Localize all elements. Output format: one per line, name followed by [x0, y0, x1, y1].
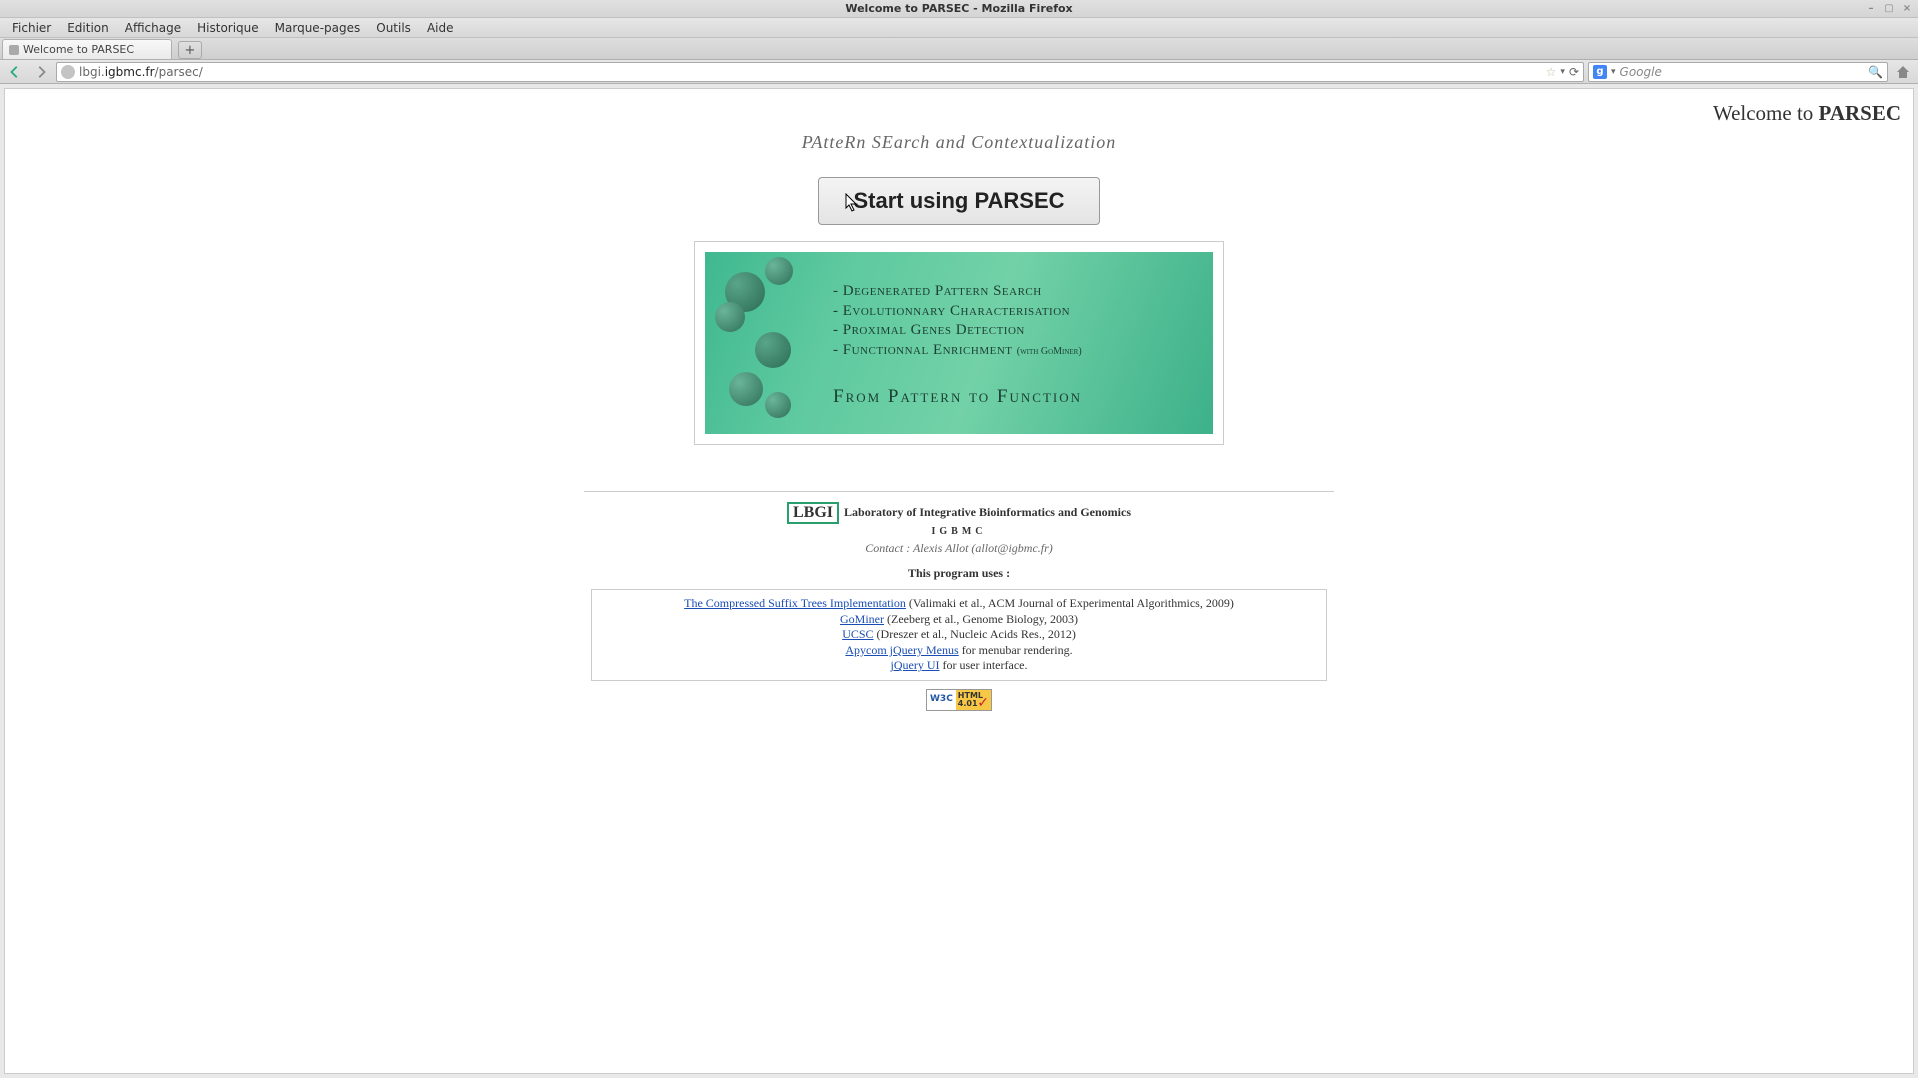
- credit-link-apycom[interactable]: Apycom jQuery Menus: [845, 643, 958, 657]
- menu-marque-pages[interactable]: Marque-pages: [267, 19, 369, 37]
- menubar: Fichier Edition Affichage Historique Mar…: [0, 18, 1918, 38]
- bookmark-star-icon[interactable]: ☆: [1546, 65, 1557, 79]
- contact-line: Contact : Alexis Allot (allot@igbmc.fr): [15, 541, 1903, 556]
- menu-aide[interactable]: Aide: [419, 19, 462, 37]
- search-engine-dropdown-icon[interactable]: ▾: [1611, 67, 1616, 77]
- feature-item: - Proximal Genes Detection: [833, 321, 1203, 341]
- google-icon: g: [1593, 65, 1607, 79]
- molecule-graphic-icon: [705, 252, 825, 434]
- plus-icon: +: [185, 43, 196, 58]
- menu-affichage[interactable]: Affichage: [117, 19, 189, 37]
- page-viewport: Welcome to PARSEC PAtteRn SEarch and Con…: [4, 88, 1914, 1074]
- back-button[interactable]: [4, 62, 26, 82]
- tab-title: Welcome to PARSEC: [23, 43, 134, 56]
- menu-historique[interactable]: Historique: [189, 19, 267, 37]
- minimize-icon[interactable]: –: [1864, 2, 1878, 16]
- igbmc-label: IGBMC: [15, 526, 1903, 537]
- home-button[interactable]: [1892, 62, 1914, 82]
- search-placeholder: Google: [1620, 65, 1869, 79]
- close-icon[interactable]: ×: [1900, 2, 1914, 16]
- tab-active[interactable]: Welcome to PARSEC: [2, 39, 172, 59]
- new-tab-button[interactable]: +: [178, 41, 202, 59]
- menu-fichier[interactable]: Fichier: [4, 19, 59, 37]
- home-icon: [1895, 64, 1911, 80]
- welcome-heading: Welcome to PARSEC: [15, 101, 1903, 126]
- maximize-icon[interactable]: ▢: [1882, 2, 1896, 16]
- url-dropdown-icon[interactable]: ▾: [1560, 67, 1565, 77]
- start-using-parsec-button[interactable]: Start using PARSEC: [818, 177, 1099, 225]
- lbgi-logo: LBGI: [787, 502, 839, 524]
- credit-link-ucsc[interactable]: UCSC: [842, 627, 873, 641]
- window-title: Welcome to PARSEC - Mozilla Firefox: [845, 2, 1072, 15]
- navigation-toolbar: lbgi.igbmc.fr/parsec/ ☆ ▾ ⟳ g ▾ Google 🔍: [0, 60, 1918, 84]
- site-favicon-icon: [61, 65, 75, 79]
- separator: [584, 491, 1334, 492]
- credit-link-csti[interactable]: The Compressed Suffix Trees Implementati…: [684, 596, 906, 610]
- feature-item: - Functionnal Enrichment (with GoMiner): [833, 341, 1203, 361]
- footer: LBGI Laboratory of Integrative Bioinform…: [15, 502, 1903, 581]
- arrow-right-icon: [34, 65, 48, 79]
- credit-link-jqueryui[interactable]: jQuery UI: [891, 658, 940, 672]
- feature-item: - Degenerated Pattern Search: [833, 282, 1203, 302]
- credits-box: The Compressed Suffix Trees Implementati…: [591, 589, 1327, 681]
- url-bar[interactable]: lbgi.igbmc.fr/parsec/ ☆ ▾ ⟳: [56, 62, 1584, 82]
- tagline: PAtteRn SEarch and Contextualization: [15, 132, 1903, 153]
- banner-container: - Degenerated Pattern Search - Evolution…: [694, 241, 1224, 445]
- w3c-badge-left: W3C: [927, 690, 956, 710]
- search-bar[interactable]: g ▾ Google 🔍: [1588, 62, 1888, 82]
- lab-name: Laboratory of Integrative Bioinformatics…: [841, 505, 1131, 519]
- w3c-badge-right: HTML 4.01: [956, 690, 991, 710]
- banner-slogan: From Pattern to Function: [833, 386, 1203, 408]
- reload-icon[interactable]: ⟳: [1569, 65, 1579, 79]
- menu-edition[interactable]: Edition: [59, 19, 117, 37]
- search-magnifier-icon[interactable]: 🔍: [1868, 65, 1883, 79]
- menu-outils[interactable]: Outils: [368, 19, 419, 37]
- feature-item: - Evolutionnary Characterisation: [833, 302, 1203, 322]
- tab-strip: Welcome to PARSEC +: [0, 38, 1918, 60]
- forward-button[interactable]: [30, 62, 52, 82]
- program-uses-label: This program uses :: [15, 566, 1903, 581]
- url-text: lbgi.igbmc.fr/parsec/: [79, 65, 1546, 79]
- arrow-left-icon: [8, 65, 22, 79]
- w3c-valid-badge[interactable]: W3C HTML 4.01: [926, 689, 992, 711]
- window-titlebar: Welcome to PARSEC - Mozilla Firefox – ▢ …: [0, 0, 1918, 18]
- credit-link-gominer[interactable]: GoMiner: [840, 612, 884, 626]
- feature-banner: - Degenerated Pattern Search - Evolution…: [705, 252, 1213, 434]
